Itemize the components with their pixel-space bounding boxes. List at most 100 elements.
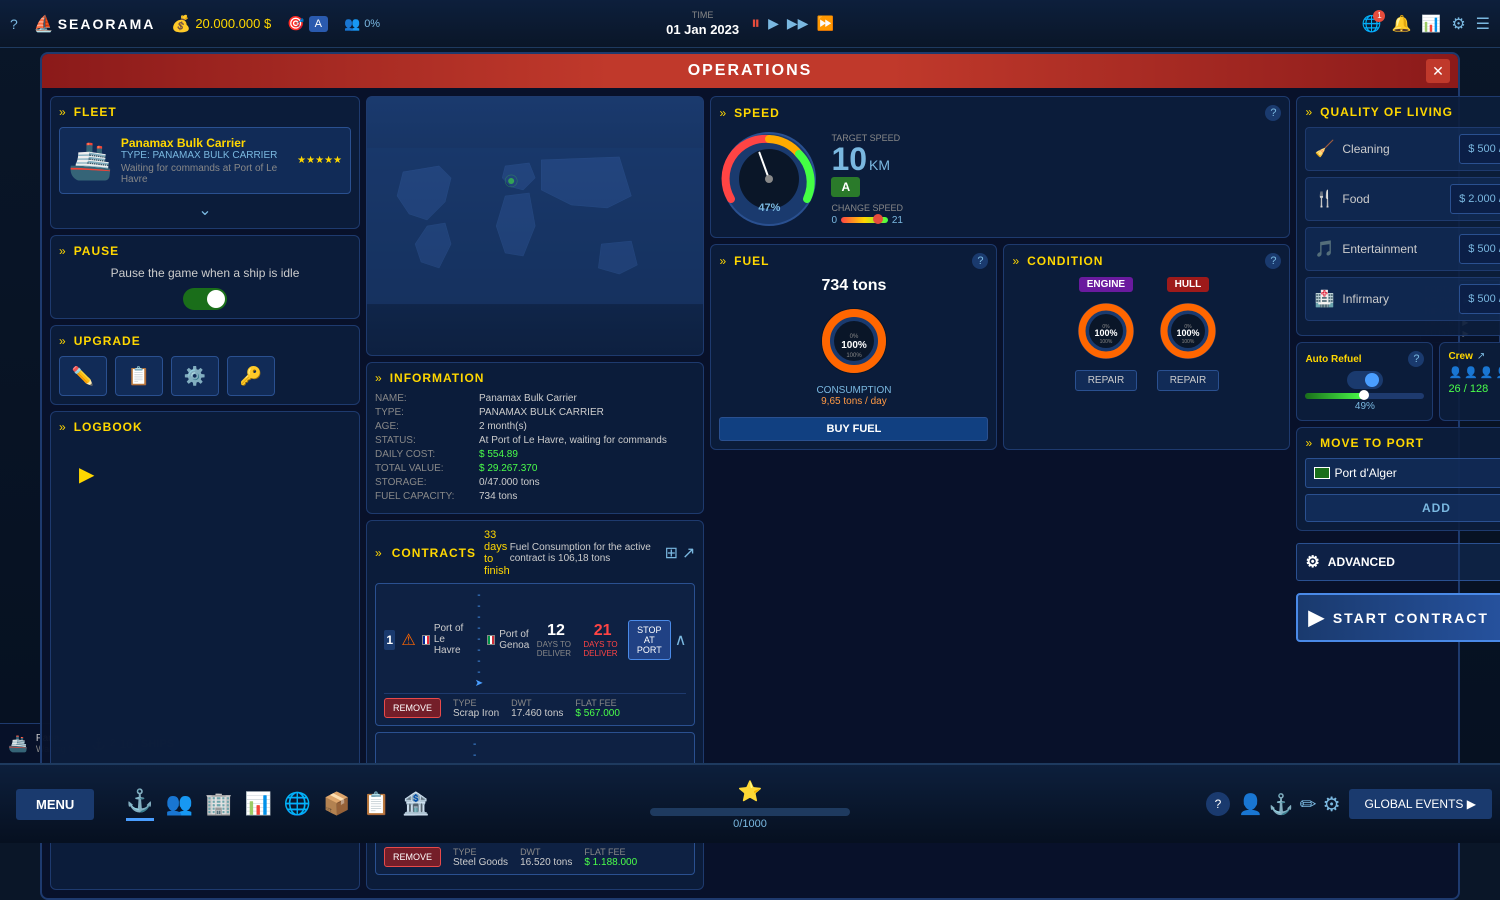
svg-text:100%: 100%: [1094, 328, 1117, 338]
upgrade-btn-key[interactable]: 🔑: [227, 356, 275, 396]
condition-section: » Condition ? ENGINE: [1003, 244, 1290, 450]
rank-level: A: [309, 16, 328, 32]
contracts-expand-icon[interactable]: ⊞: [665, 543, 678, 563]
cleaning-icon: 🧹: [1314, 139, 1334, 159]
contracts-link-icon[interactable]: ↗: [682, 543, 695, 563]
notification-icon-3[interactable]: 📊: [1421, 14, 1441, 34]
consumption-label: CONSUMPTION: [719, 385, 988, 396]
crew-icon-4: 👤: [1496, 366, 1500, 379]
flag-italy-1: [487, 635, 495, 645]
crew-external-link[interactable]: ↗: [1477, 351, 1485, 362]
xp-bar: [650, 808, 850, 816]
bottom-icon-globe[interactable]: 🌐: [284, 791, 311, 817]
speed-help-icon[interactable]: ?: [1265, 105, 1281, 121]
pause-section: » Pause Pause the game when a ship is id…: [50, 235, 360, 319]
repair-hull-btn[interactable]: REPAIR: [1157, 370, 1220, 391]
settings-icon[interactable]: ⚙: [1451, 14, 1465, 34]
condition-help-icon[interactable]: ?: [1265, 253, 1281, 269]
bottom-right-icon-4[interactable]: ⚙: [1323, 792, 1341, 817]
svg-text:100%: 100%: [841, 340, 867, 351]
rating-stars: ⭐: [738, 779, 763, 804]
port-input[interactable]: Port d'Alger 🔍: [1305, 458, 1500, 488]
info-type-row: TYPE: PANAMAX BULK CARRIER: [375, 407, 695, 418]
information-section: » Information NAME: Panamax Bulk Carrier…: [366, 362, 704, 514]
crew-section: Crew ↗ 👤 👤 👤 👤 👤 👤 26 / 128: [1439, 342, 1500, 421]
infirmary-value: $ 500 / Month ▲▼: [1459, 284, 1500, 314]
global-events-button[interactable]: GLOBAL EVENTS ▶: [1349, 789, 1493, 819]
bottom-icon-buildings[interactable]: 🏢: [205, 791, 232, 817]
speed-percent: 47%: [758, 202, 780, 214]
cursor-icon: ▶: [79, 462, 94, 487]
menu-icon[interactable]: ☰: [1476, 14, 1490, 34]
close-button[interactable]: ✕: [1426, 59, 1450, 83]
fuel-gauge-container: 0% 100% 100%: [719, 301, 988, 381]
bottom-icon-charts[interactable]: 📊: [245, 791, 272, 817]
move-to-port-section: » Move to Port Port d'Alger 🔍 ADD: [1296, 427, 1500, 531]
help-icon[interactable]: ?: [10, 16, 18, 32]
contracts-header: » Contracts 33 days to finish Fuel Consu…: [375, 529, 695, 577]
upgrade-btn-docs[interactable]: 📋: [115, 356, 163, 396]
bottom-right-icon-1[interactable]: 👤: [1238, 792, 1263, 817]
upgrade-btn-edit[interactable]: ✏️: [59, 356, 107, 396]
gear-icon: ⚙: [1305, 552, 1319, 572]
fuel-help-icon[interactable]: ?: [972, 253, 988, 269]
speed-1-btn[interactable]: ▶: [768, 15, 779, 32]
port-name-label: Port d'Alger: [1334, 466, 1500, 480]
svg-text:100%: 100%: [1176, 328, 1199, 338]
crew-icon-1: 👤: [1448, 366, 1462, 379]
entertainment-value: $ 500 / Month ▲▼: [1459, 234, 1500, 264]
fleet-expand[interactable]: ⌄: [59, 200, 351, 220]
bottom-icon-crew[interactable]: 👥: [166, 791, 193, 817]
playback-controls: ⏸ ▶ ▶▶ ⏩: [751, 13, 834, 34]
info-storage-row: STORAGE: 0/47.000 tons: [375, 477, 695, 488]
bottom-center: ⭐ 0/1000: [650, 779, 850, 830]
bottom-icon-ships[interactable]: ⚓: [126, 788, 153, 821]
contracts-icons: ⊞ ↗: [665, 543, 696, 563]
bottom-right-icon-3[interactable]: ✏: [1300, 792, 1317, 817]
fuel-amount: 734 tons: [719, 277, 988, 295]
help-bottom-icon[interactable]: ?: [1206, 792, 1230, 816]
auto-refuel-toggle[interactable]: [1347, 371, 1383, 389]
add-port-button[interactable]: ADD: [1305, 494, 1500, 522]
speed-3-btn[interactable]: ⏩: [816, 15, 833, 32]
pause-toggle[interactable]: [183, 288, 227, 310]
bottom-right-icon-2[interactable]: ⚓: [1269, 792, 1294, 817]
crew-icons: 👤 👤 👤 👤 👤 👤: [1448, 366, 1500, 379]
route-1: Port of Le Havre - - - - - - - - ➤ Port …: [422, 590, 531, 689]
fuel-condition-row: » Fuel ? 734 tons: [710, 244, 1290, 450]
remove-btn-2[interactable]: REMOVE: [384, 847, 441, 867]
speed-content: 47% TARGET SPEED 10 KM A CHANGE SPEED 0: [719, 129, 1281, 229]
notification-icon-2[interactable]: 🔔: [1391, 14, 1411, 34]
speed-2-btn[interactable]: ▶▶: [787, 15, 809, 32]
start-contract-button[interactable]: ▶ START CONTRACT: [1296, 593, 1500, 642]
engine-gauge-circle: 0% 100% 100%: [1071, 296, 1141, 366]
engine-badge: ENGINE: [1079, 277, 1133, 292]
info-total-value-row: TOTAL VALUE: $ 29.267.370: [375, 463, 695, 474]
speed-slider[interactable]: [841, 217, 888, 223]
bottom-icon-bank[interactable]: 🏦: [402, 791, 429, 817]
advanced-button[interactable]: ⚙ ADVANCED: [1296, 543, 1500, 581]
speedometer-svg: [719, 129, 819, 229]
repair-engine-btn[interactable]: REPAIR: [1075, 370, 1138, 391]
ship-card[interactable]: 🚢 Panamax Bulk Carrier TYPE: PANAMAX BUL…: [59, 127, 351, 194]
remove-btn-1[interactable]: REMOVE: [384, 698, 441, 718]
buy-fuel-button[interactable]: BUY FUEL: [719, 417, 988, 441]
crew-icon-3: 👤: [1480, 366, 1494, 379]
menu-button[interactable]: MENU: [16, 789, 94, 820]
notification-icon-1[interactable]: 🌐1: [1362, 14, 1382, 34]
bottom-icon-contracts[interactable]: 📋: [363, 791, 390, 817]
pause-btn[interactable]: ⏸: [751, 13, 760, 34]
top-bar: ? ⛵ SEAORAMA 💰 20.000.000 $ 🎯 A 👥 0% TIM…: [0, 0, 1500, 48]
upgrade-btn-settings[interactable]: ⚙️: [171, 356, 219, 396]
bottom-icon-cargo[interactable]: 📦: [323, 791, 350, 817]
stop-at-port-btn-1[interactable]: STOP AT PORT: [628, 620, 671, 660]
qol-food: 🍴 Food $ 2.000 / Month ▲▼: [1305, 177, 1500, 221]
rank-badge: 🎯 A: [287, 15, 328, 32]
collapse-icon-1[interactable]: ∧: [675, 630, 687, 650]
speedometer: 47%: [719, 129, 819, 229]
crew-count: 26 / 128: [1448, 383, 1500, 395]
refuel-slider[interactable]: [1305, 393, 1424, 399]
auto-refuel-help[interactable]: ?: [1408, 351, 1424, 367]
hull-badge: HULL: [1167, 277, 1210, 292]
panel-header: OPERATIONS ✕: [42, 54, 1458, 88]
